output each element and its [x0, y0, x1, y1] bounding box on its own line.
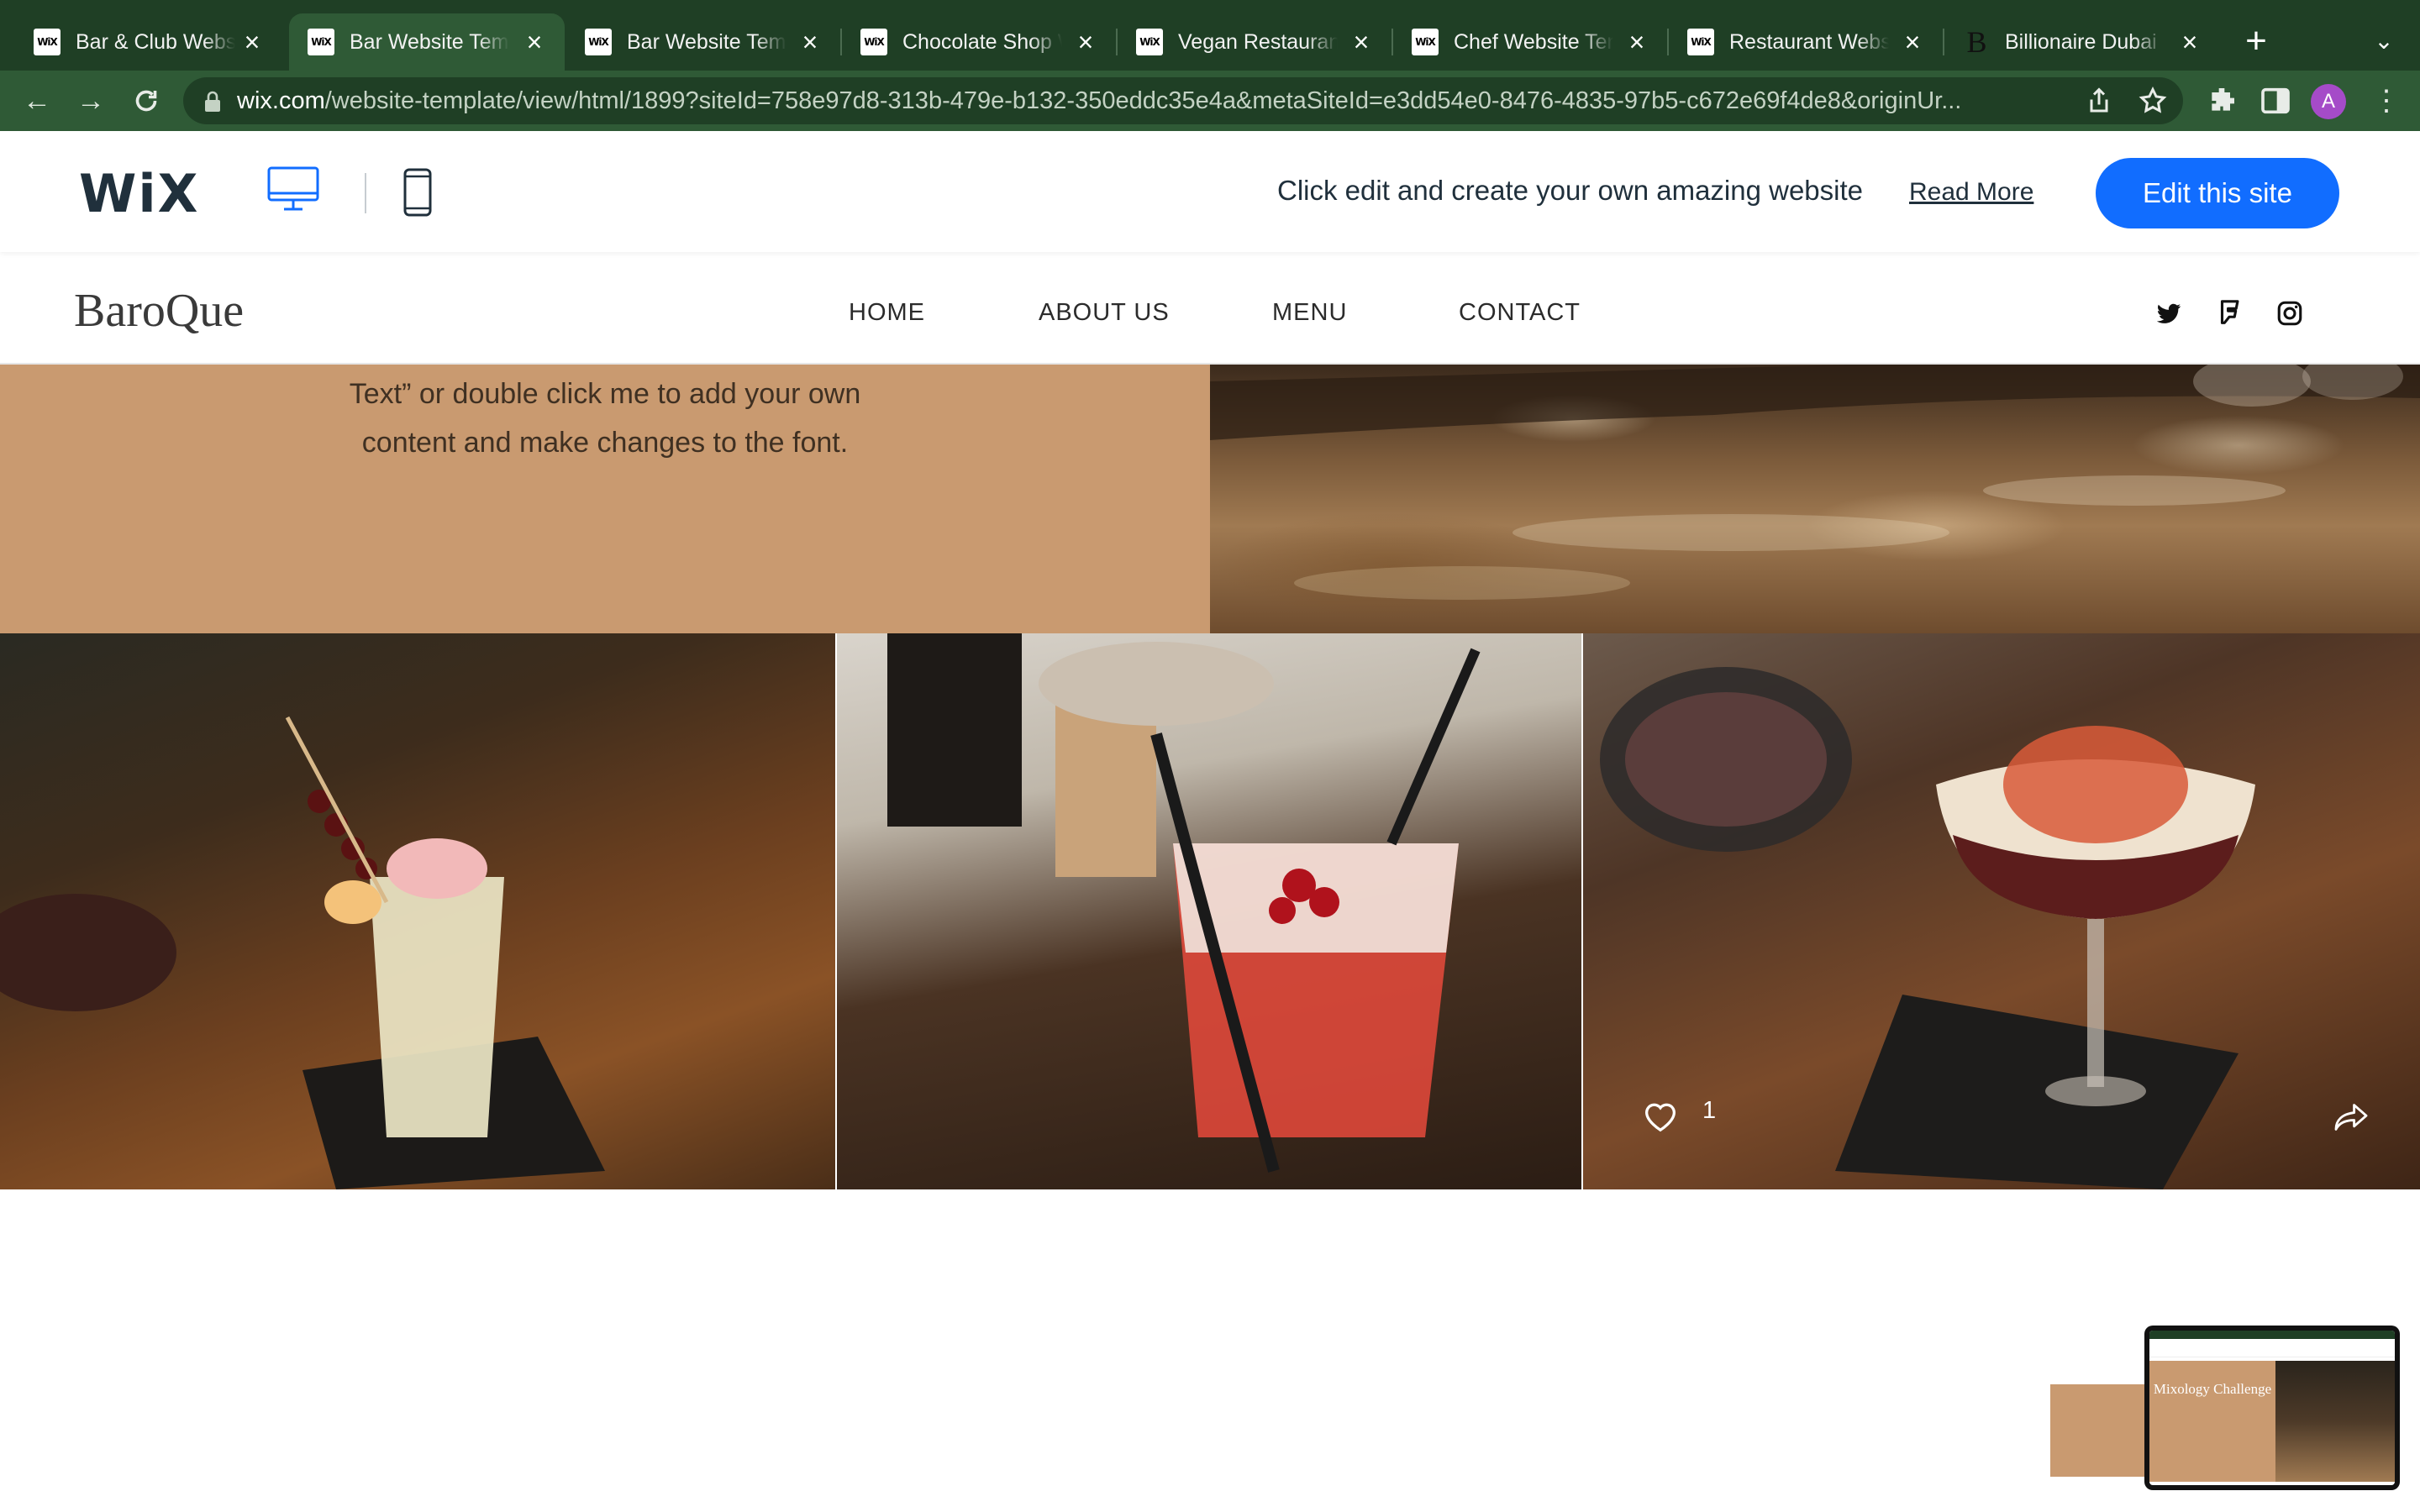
- tab-title: Chef Website Ten: [1454, 29, 1613, 54]
- thumbnail-tan-panel: [2149, 1361, 2275, 1482]
- address-bar[interactable]: wix.com/website-template/view/html/1899?…: [183, 77, 2183, 124]
- side-panel-icon[interactable]: [2259, 84, 2292, 118]
- nav-menu[interactable]: MENU: [1272, 299, 1347, 327]
- wix-favicon-icon: WiX: [1136, 29, 1163, 55]
- back-arrow-icon[interactable]: ←: [17, 81, 57, 121]
- tab-title: Vegan Restaurant: [1178, 29, 1338, 54]
- browser-tab[interactable]: WiX Restaurant Websi ×: [1669, 13, 1943, 71]
- lock-icon: [205, 91, 220, 112]
- url-text: wix.com/website-template/view/html/1899?…: [237, 87, 2077, 115]
- tab-close-icon[interactable]: ×: [1071, 27, 1101, 57]
- cocktail-photo-tall-glass[interactable]: [0, 633, 835, 1189]
- tab-close-icon[interactable]: ×: [1897, 27, 1928, 57]
- like-count: 1: [1702, 1097, 1717, 1124]
- body-paragraph: Text” or double click me to add your own…: [319, 370, 891, 467]
- browser-tab[interactable]: WiX Chef Website Ten ×: [1393, 13, 1667, 71]
- browser-tab[interactable]: WiX Bar & Club Websi ×: [15, 13, 282, 71]
- mobile-view-icon[interactable]: [403, 168, 432, 217]
- screenshot-preview-thumbnail[interactable]: Mixology Challenge: [2144, 1326, 2400, 1490]
- browser-tab-active[interactable]: WiX Bar Website Temp ×: [289, 13, 565, 71]
- bookmark-star-icon[interactable]: [2138, 86, 2168, 116]
- profile-avatar[interactable]: A: [2311, 84, 2346, 119]
- tab-close-icon[interactable]: ×: [2175, 27, 2205, 57]
- foursquare-icon[interactable]: [2215, 299, 2244, 328]
- tan-panel-peek: [2050, 1384, 2151, 1477]
- wix-favicon-icon: WiX: [34, 29, 60, 55]
- wix-favicon-icon: WiX: [860, 29, 887, 55]
- tab-close-icon[interactable]: ×: [795, 27, 825, 57]
- wix-favicon-icon: WiX: [1412, 29, 1439, 55]
- instagram-icon[interactable]: [2275, 299, 2304, 328]
- desktop-view-icon[interactable]: [267, 166, 319, 213]
- browser-tab[interactable]: WiX Vegan Restaurant ×: [1118, 13, 1392, 71]
- site-brand-logo[interactable]: BaroQue: [74, 284, 244, 338]
- browser-menu-icon[interactable]: ⋮: [2370, 82, 2403, 119]
- tab-close-icon[interactable]: ×: [519, 27, 550, 57]
- browser-toolbar: ← → wix.com/website-template/view/html/1…: [0, 71, 2420, 131]
- heart-like-icon[interactable]: [1642, 1099, 1679, 1132]
- thumbnail-content: Mixology Challenge: [2149, 1331, 2395, 1485]
- thumbnail-wix-bar: [2149, 1339, 2395, 1357]
- tab-title: Bar Website Temp: [627, 29, 786, 54]
- browser-tab[interactable]: B Billionaire Dubai | ×: [1944, 13, 2220, 71]
- nav-home[interactable]: HOME: [849, 299, 925, 327]
- tab-close-icon[interactable]: ×: [237, 27, 267, 57]
- promo-text: Click edit and create your own amazing w…: [1277, 175, 1864, 206]
- reload-icon[interactable]: [126, 81, 166, 121]
- cocktail-photo-red-drink[interactable]: [837, 633, 1581, 1189]
- body-text-line: content and make changes to the font.: [361, 427, 849, 459]
- thumbnail-title: Mixology Challenge: [2153, 1381, 2272, 1397]
- browser-tab-bar: WiX Bar & Club Websi × WiX Bar Website T…: [0, 0, 2420, 71]
- tab-title: Restaurant Websi: [1729, 29, 1889, 54]
- tab-search-chevron-icon[interactable]: ⌄: [2363, 20, 2405, 62]
- tab-title: Bar & Club Websi: [76, 29, 235, 54]
- wix-logo[interactable]: WiX: [79, 163, 199, 224]
- thumbnail-browser-bar: [2149, 1331, 2395, 1339]
- site-header: BaroQue HOME ABOUT US MENU CONTACT: [0, 252, 2420, 365]
- url-path: /website-template/view/html/1899?siteId=…: [324, 87, 1962, 114]
- nav-contact[interactable]: CONTACT: [1459, 299, 1581, 327]
- billionaire-favicon-icon: B: [1966, 25, 1986, 59]
- wix-template-bar: WiX Click edit and create your own amazi…: [0, 131, 2420, 252]
- twitter-icon[interactable]: [2154, 299, 2183, 328]
- edit-this-site-button[interactable]: Edit this site: [2096, 158, 2339, 228]
- extensions-puzzle-icon[interactable]: [2205, 84, 2238, 118]
- browser-tab[interactable]: WiX Chocolate Shop W ×: [842, 13, 1116, 71]
- tab-title: Bar Website Temp: [350, 29, 509, 54]
- nav-about-us[interactable]: ABOUT US: [1039, 299, 1170, 327]
- share-page-icon[interactable]: [2084, 86, 2114, 116]
- thumbnail-bar-image: [2275, 1361, 2395, 1482]
- browser-tab[interactable]: WiX Bar Website Temp ×: [566, 13, 840, 71]
- body-text-line: Text” or double click me to add your own: [349, 378, 861, 410]
- new-tab-icon[interactable]: +: [2235, 20, 2277, 62]
- tab-close-icon[interactable]: ×: [1346, 27, 1376, 57]
- tab-close-icon[interactable]: ×: [1622, 27, 1652, 57]
- wix-favicon-icon: WiX: [585, 29, 612, 55]
- bar-counter-image: [1210, 365, 2420, 633]
- wix-favicon-icon: WiX: [308, 29, 334, 55]
- tab-title: Billionaire Dubai |: [2005, 29, 2165, 54]
- read-more-link[interactable]: Read More: [1909, 178, 2033, 207]
- share-arrow-icon[interactable]: [2333, 1102, 2370, 1132]
- device-separator: [365, 173, 366, 213]
- url-host: wix.com: [237, 87, 325, 114]
- wix-favicon-icon: WiX: [1687, 29, 1714, 55]
- tab-title: Chocolate Shop W: [902, 29, 1062, 54]
- forward-arrow-icon[interactable]: →: [71, 81, 111, 121]
